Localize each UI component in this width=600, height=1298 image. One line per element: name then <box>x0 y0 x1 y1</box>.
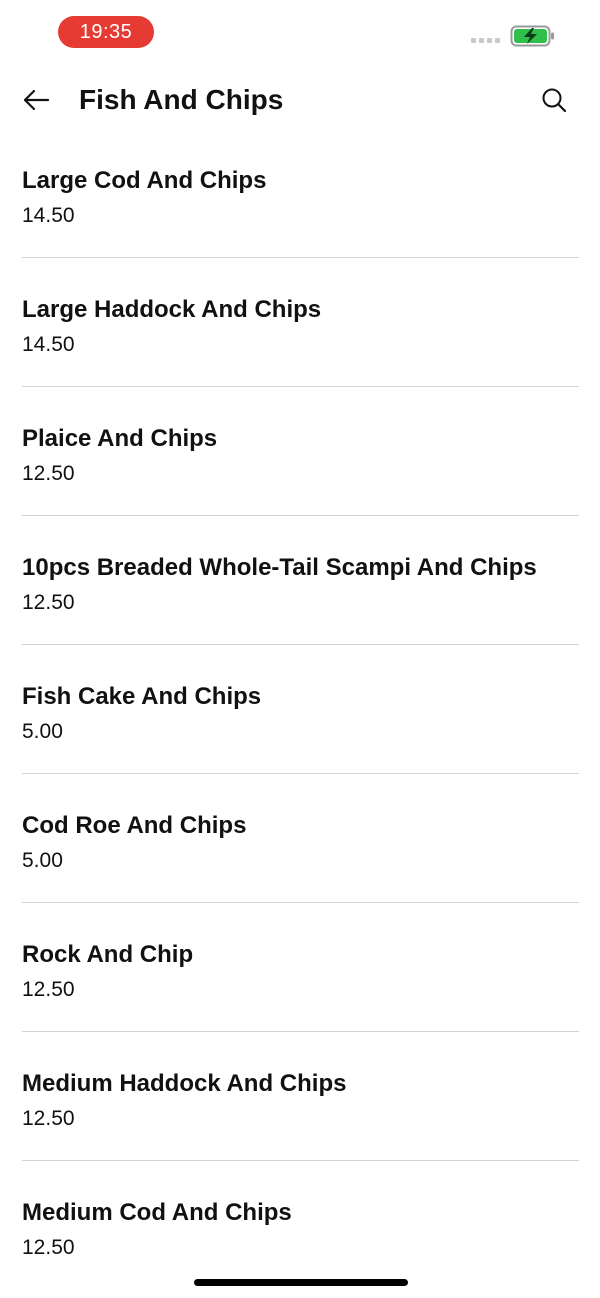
menu-item[interactable]: Rock And Chip 12.50 <box>22 903 579 1032</box>
signal-icon <box>471 38 503 44</box>
menu-item-price: 5.00 <box>22 849 63 872</box>
menu-item-name: Medium Haddock And Chips <box>22 1070 347 1097</box>
menu-item-name: Large Haddock And Chips <box>22 296 322 323</box>
menu-item-price: 12.50 <box>22 978 75 1001</box>
menu-item-price: 5.00 <box>22 720 63 743</box>
status-time: 19:35 <box>58 16 154 48</box>
menu-item-name: Medium Cod And Chips <box>22 1199 292 1226</box>
home-indicator[interactable] <box>194 1279 408 1286</box>
menu-item-name: Plaice And Chips <box>22 425 218 452</box>
menu-item[interactable]: Medium Cod And Chips 12.50 <box>22 1161 579 1290</box>
status-bar: 19:35 <box>0 0 600 64</box>
page-title: Fish And Chips <box>79 84 284 115</box>
menu-item-price: 12.50 <box>22 1107 75 1130</box>
menu-item-price: 12.50 <box>22 591 75 614</box>
menu-item-price: 14.50 <box>22 204 75 227</box>
search-button[interactable] <box>536 82 572 118</box>
menu-item[interactable]: Cod Roe And Chips 5.00 <box>22 774 579 903</box>
menu-list: Large Cod And Chips 14.50 Large Haddock … <box>22 129 579 1290</box>
app-header: Fish And Chips <box>0 64 600 136</box>
search-icon <box>542 88 567 113</box>
menu-item-name: Rock And Chip <box>22 941 194 968</box>
menu-item-name: Cod Roe And Chips <box>22 812 247 839</box>
menu-item[interactable]: Large Haddock And Chips 14.50 <box>22 258 579 387</box>
menu-item[interactable]: Large Cod And Chips 14.50 <box>22 129 579 258</box>
menu-item[interactable]: Plaice And Chips 12.50 <box>22 387 579 516</box>
menu-item-price: 12.50 <box>22 1236 75 1259</box>
menu-item[interactable]: Medium Haddock And Chips 12.50 <box>22 1032 579 1161</box>
menu-item-name: 10pcs Breaded Whole-Tail Scampi And Chip… <box>22 554 537 581</box>
menu-item-price: 12.50 <box>22 462 75 485</box>
menu-item[interactable]: 10pcs Breaded Whole-Tail Scampi And Chip… <box>22 516 579 645</box>
app-screen: 19:35 Fish And Chips Large Cod And Chips… <box>0 0 600 1298</box>
back-button[interactable] <box>18 82 54 118</box>
battery-charging-icon <box>510 25 556 47</box>
arrow-left-icon <box>23 89 50 111</box>
menu-item[interactable]: Fish Cake And Chips 5.00 <box>22 645 579 774</box>
menu-item-name: Fish Cake And Chips <box>22 683 262 710</box>
menu-item-price: 14.50 <box>22 333 75 356</box>
menu-item-name: Large Cod And Chips <box>22 167 267 194</box>
